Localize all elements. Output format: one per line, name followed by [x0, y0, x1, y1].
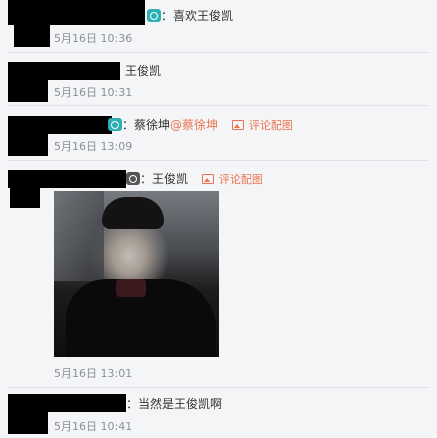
comment-text: ：当然是王俊凯啊 — [126, 397, 223, 411]
comment-item: ：当然是王俊凯啊 5月16日 10:41 — [0, 388, 437, 438]
mention-link[interactable]: @蔡徐坤 — [170, 118, 218, 132]
redacted-avatar-name — [8, 62, 120, 80]
photo-background — [54, 191, 104, 281]
comment-item: 王俊凯 5月16日 10:31 — [0, 53, 437, 105]
comment-text: ：喜欢王俊凯 — [147, 7, 233, 24]
photo-hair — [102, 197, 164, 229]
redacted-avatar — [8, 80, 48, 102]
comment-image-action[interactable]: 评论配图 — [201, 173, 263, 186]
redacted-avatar — [8, 134, 48, 156]
comment-photo[interactable] — [54, 191, 219, 357]
camera-badge-icon — [147, 9, 161, 22]
comment-item: ：喜欢王俊凯 5月16日 10:36 — [0, 0, 437, 52]
comment-time: 5月16日 10:41 — [54, 420, 133, 433]
comment-time: 5月16日 13:01 — [54, 367, 133, 380]
comment-time: 5月16日 10:31 — [54, 86, 133, 99]
redacted-avatar — [8, 412, 48, 434]
redacted-avatar-name — [8, 0, 145, 25]
comment-image-action[interactable]: 评论配图 — [231, 119, 293, 132]
comment-time: 5月16日 10:36 — [54, 32, 133, 45]
redacted-avatar — [10, 188, 40, 208]
redacted-avatar-name — [8, 116, 112, 134]
picture-icon — [201, 174, 214, 184]
comment-text: 王俊凯 — [125, 64, 162, 78]
camera-gray-icon — [126, 172, 140, 185]
camera-badge-icon — [108, 118, 122, 131]
picture-icon — [231, 120, 244, 130]
photo-collar — [116, 279, 146, 297]
comment-item: ：蔡徐坤@蔡徐坤 评论配图 5月16日 13:09 — [0, 106, 437, 158]
redacted-avatar-name — [8, 170, 126, 188]
redacted-avatar — [14, 25, 50, 47]
comment-text: ：蔡徐坤@蔡徐坤 评论配图 — [108, 116, 293, 133]
comment-time: 5月16日 13:09 — [54, 140, 133, 153]
comment-text: ：王俊凯 评论配图 — [126, 170, 263, 187]
redacted-avatar-name — [8, 394, 126, 412]
